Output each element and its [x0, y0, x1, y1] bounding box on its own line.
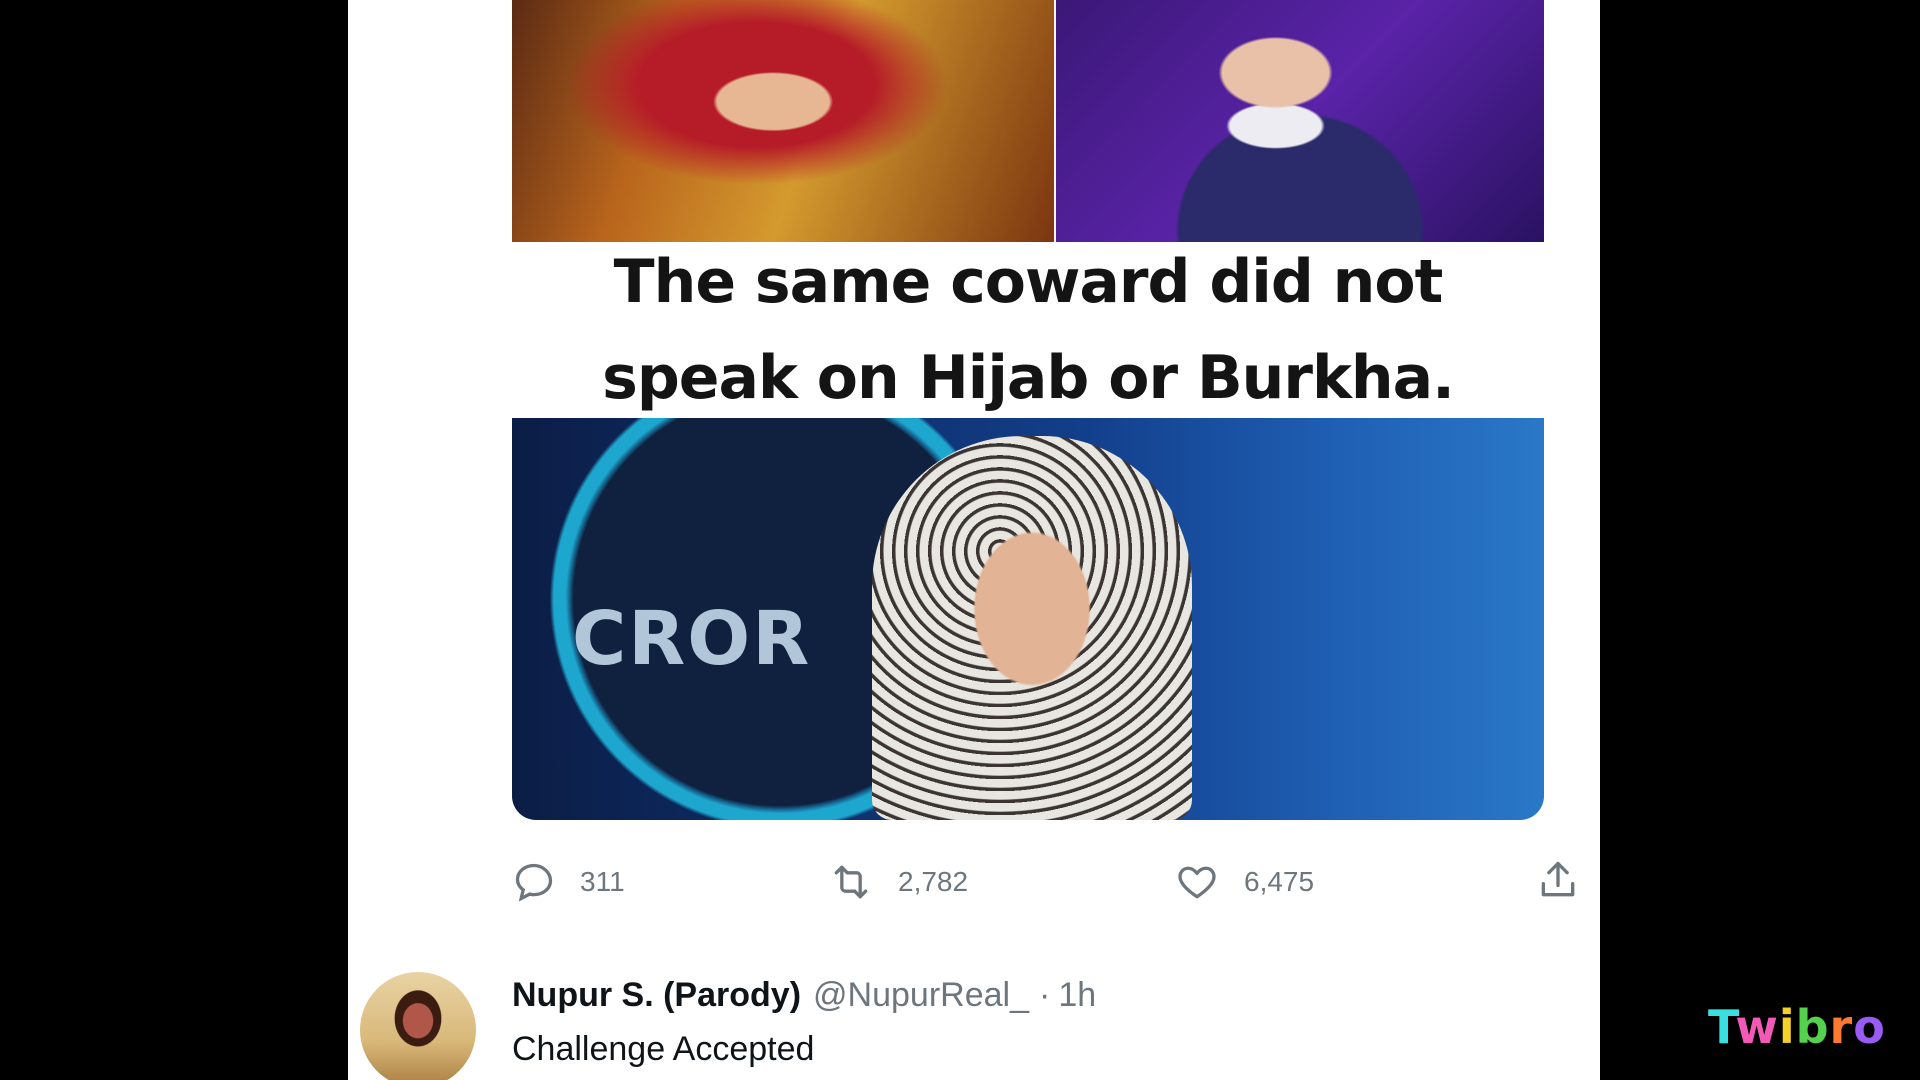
- retweet-button[interactable]: 2,782: [828, 852, 968, 912]
- watermark-letter: o: [1853, 1000, 1886, 1054]
- photo-woman-red-dupatta: [512, 0, 1056, 242]
- comment-bubble-icon: [512, 860, 556, 904]
- reply-header: Nupur S. (Parody) @NupurReal_ · 1h: [512, 976, 1096, 1015]
- timestamp[interactable]: 1h: [1058, 976, 1096, 1015]
- user-handle[interactable]: @NupurReal_: [813, 976, 1029, 1015]
- woman-in-hijab: [872, 436, 1192, 820]
- tweet-media[interactable]: The same coward did not speak on Hijab o…: [512, 0, 1544, 820]
- caption-line-2: speak on Hijab or Burkha.: [602, 343, 1455, 413]
- share-upload-icon: [1536, 858, 1580, 907]
- retweet-icon: [828, 860, 874, 904]
- meme-caption: The same coward did not speak on Hijab o…: [512, 242, 1544, 418]
- caption-line-1: The same coward did not: [613, 247, 1444, 317]
- retweet-count: 2,782: [898, 866, 969, 897]
- watermark-letter: w: [1735, 1000, 1779, 1054]
- share-button[interactable]: [1536, 852, 1580, 912]
- watermark-letter: T: [1708, 1000, 1736, 1054]
- dot-separator: ·: [1038, 976, 1051, 1014]
- like-button[interactable]: 6,475: [1174, 852, 1314, 912]
- reply-button[interactable]: 311: [512, 852, 625, 912]
- show-logo-text: CROR: [572, 596, 812, 682]
- photo-host: [1056, 0, 1544, 242]
- tweet-actions: 311 2,782 6,475: [512, 852, 1600, 912]
- tweet-panel: The same coward did not speak on Hijab o…: [348, 0, 1600, 1080]
- heart-icon: [1174, 860, 1220, 904]
- reply-count: 311: [580, 866, 625, 897]
- reply-tweet[interactable]: Nupur S. (Parody) @NupurReal_ · 1h Chall…: [360, 970, 1560, 1080]
- watermark-letter: r: [1829, 1000, 1854, 1054]
- display-name[interactable]: Nupur S. (Parody): [512, 976, 801, 1015]
- like-count: 6,475: [1244, 866, 1315, 897]
- reply-text: Challenge Accepted: [512, 1030, 815, 1068]
- avatar[interactable]: [360, 972, 476, 1080]
- twibro-watermark-logo: Twibro: [1708, 1000, 1886, 1054]
- photo-woman-hijab: CROR: [512, 418, 1544, 820]
- watermark-letter: i: [1778, 1000, 1796, 1054]
- watermark-letter: b: [1795, 1000, 1830, 1054]
